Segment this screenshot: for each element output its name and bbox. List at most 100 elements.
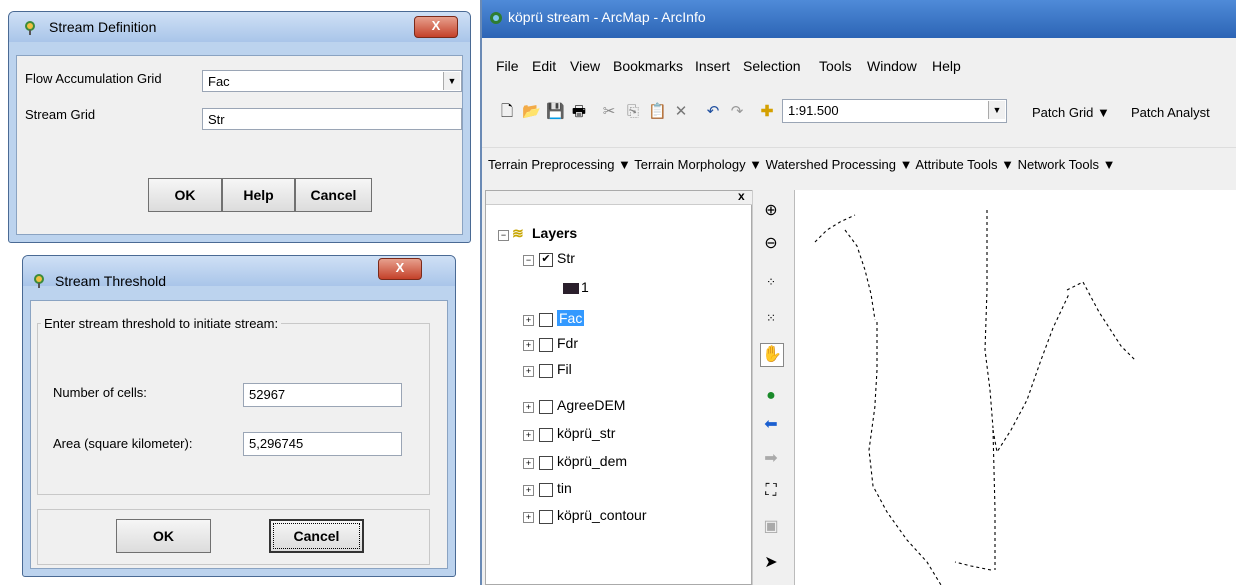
str-legend-swatch — [563, 283, 579, 294]
add-data-icon[interactable]: ✚ — [758, 103, 776, 121]
scale-value: 1:91.500 — [788, 103, 839, 118]
stream-threshold-titlebar[interactable]: Stream Threshold X — [23, 256, 455, 289]
layer-tin[interactable]: + tin — [523, 480, 723, 498]
threshold-group-label: Enter stream threshold to initiate strea… — [41, 316, 282, 331]
menu-view[interactable]: View — [570, 58, 600, 74]
ok-button[interactable]: OK — [148, 178, 222, 212]
help-button[interactable]: Help — [222, 178, 295, 212]
arcmap-titlebar[interactable]: köprü stream - ArcMap - ArcInfo — [482, 0, 1236, 38]
menu-bookmarks[interactable]: Bookmarks — [613, 58, 683, 74]
copy-icon[interactable]: ⎘ — [624, 103, 642, 121]
area-input[interactable]: 5,296745 — [243, 432, 402, 456]
patch-grid-menu[interactable]: Patch Grid ▼ — [1032, 105, 1110, 120]
open-folder-icon[interactable]: 📂 — [522, 103, 541, 121]
expand-icon[interactable]: + — [523, 340, 534, 351]
undo-icon[interactable]: ↶ — [704, 103, 722, 121]
menu-selection[interactable]: Selection — [743, 58, 801, 74]
layer-visibility-checkbox[interactable] — [539, 456, 553, 470]
layer-name: köprü_contour — [557, 507, 647, 523]
stream-definition-titlebar[interactable]: Stream Definition X — [9, 12, 470, 42]
layer-name: AgreeDEM — [557, 397, 626, 413]
redo-icon[interactable]: ↷ — [728, 103, 746, 121]
layers-icon: ≋ — [512, 225, 524, 241]
scale-combobox[interactable]: 1:91.500 ▼ — [782, 99, 1007, 123]
expand-icon[interactable]: + — [523, 366, 534, 377]
layers-root[interactable]: − ≋ Layers — [498, 225, 698, 243]
select-elements-arrow-icon[interactable]: ➤ — [760, 552, 782, 574]
layer-kopru-str[interactable]: + köprü_str — [523, 425, 723, 443]
cancel-button[interactable]: Cancel — [269, 519, 364, 553]
layer-agreedem[interactable]: + AgreeDEM — [523, 397, 723, 415]
cancel-button[interactable]: Cancel — [295, 178, 372, 212]
chevron-down-icon[interactable]: ▼ — [443, 72, 460, 90]
layer-fac[interactable]: + Fac — [523, 310, 723, 328]
save-icon[interactable]: 💾 — [546, 103, 565, 121]
close-button[interactable]: X — [414, 16, 458, 38]
map-view[interactable] — [794, 190, 1236, 585]
fixed-zoom-out-icon[interactable]: ⁙ — [760, 307, 782, 329]
zoom-out-icon[interactable]: ⊖ — [760, 233, 782, 255]
ok-button[interactable]: OK — [116, 519, 211, 553]
stream-segment — [992, 293, 1070, 454]
back-arrow-icon[interactable]: ⬅ — [760, 414, 782, 436]
expand-icon[interactable]: + — [523, 485, 534, 496]
collapse-icon[interactable]: − — [523, 255, 534, 266]
button-panel — [37, 509, 430, 565]
menu-edit[interactable]: Edit — [532, 58, 556, 74]
stream-segment — [992, 429, 996, 570]
chevron-down-icon[interactable]: ▼ — [988, 101, 1005, 119]
layer-kopru-contour[interactable]: + köprü_contour — [523, 507, 723, 525]
arcgis-app-icon — [34, 274, 44, 288]
new-document-icon[interactable]: 🗋 — [498, 103, 516, 121]
patch-analyst-menu[interactable]: Patch Analyst — [1131, 105, 1210, 120]
zoom-in-icon[interactable]: ⊕ — [760, 200, 782, 222]
pan-hand-icon[interactable]: ✋ — [760, 343, 784, 367]
stream-network — [814, 210, 1136, 585]
layer-visibility-checkbox[interactable] — [539, 483, 553, 497]
layer-fil[interactable]: + Fil — [523, 361, 723, 379]
layer-kopru-dem[interactable]: + köprü_dem — [523, 453, 723, 471]
number-of-cells-label: Number of cells: — [53, 385, 147, 400]
number-of-cells-input[interactable]: 52967 — [243, 383, 402, 407]
flow-accumulation-dropdown[interactable]: Fac ▼ — [202, 70, 462, 92]
print-icon[interactable]: 🖶 — [570, 103, 588, 121]
arcmap-title: köprü stream - ArcMap - ArcInfo — [508, 9, 706, 25]
expand-icon[interactable]: + — [523, 430, 534, 441]
select-features-icon[interactable]: ⛶ — [760, 480, 782, 502]
layer-visibility-checkbox[interactable] — [539, 400, 553, 414]
expand-icon[interactable]: + — [523, 458, 534, 469]
stream-segment — [868, 405, 942, 585]
menu-tools[interactable]: Tools — [819, 58, 852, 74]
full-extent-globe-icon[interactable]: ● — [760, 385, 782, 407]
stream-segment — [1066, 281, 1136, 361]
layer-name: köprü_dem — [557, 453, 628, 469]
arcgis-app-icon — [25, 21, 35, 35]
menu-help[interactable]: Help — [932, 58, 961, 74]
toc-close-button[interactable]: x — [738, 189, 745, 203]
paste-icon[interactable]: 📋 — [648, 103, 667, 121]
cut-icon[interactable]: ✂ — [600, 103, 618, 121]
menu-window[interactable]: Window — [867, 58, 917, 74]
layer-visibility-checkbox[interactable] — [539, 313, 553, 327]
expand-icon[interactable]: + — [523, 402, 534, 413]
layer-fdr[interactable]: + Fdr — [523, 335, 723, 353]
layer-visibility-checkbox[interactable] — [539, 338, 553, 352]
close-button[interactable]: X — [378, 258, 422, 280]
layer-str[interactable]: − ✔ Str — [523, 250, 723, 268]
menu-insert[interactable]: Insert — [695, 58, 730, 74]
layer-visibility-checkbox[interactable]: ✔ — [539, 253, 553, 267]
menu-bar: File Edit View Bookmarks Insert Selectio… — [482, 48, 1236, 82]
expand-icon[interactable]: + — [523, 315, 534, 326]
layer-visibility-checkbox[interactable] — [539, 510, 553, 524]
fixed-zoom-in-icon[interactable]: ⁘ — [760, 271, 782, 293]
collapse-icon[interactable]: − — [498, 230, 509, 241]
layer-visibility-checkbox[interactable] — [539, 428, 553, 442]
layer-visibility-checkbox[interactable] — [539, 364, 553, 378]
clear-selection-icon[interactable]: ▣ — [760, 516, 782, 538]
menu-file[interactable]: File — [496, 58, 519, 74]
expand-icon[interactable]: + — [523, 512, 534, 523]
arc-hydro-menus[interactable]: Terrain Preprocessing ▼ Terrain Morpholo… — [488, 157, 1115, 172]
delete-icon[interactable]: ✕ — [672, 103, 690, 121]
forward-arrow-icon[interactable]: ➡ — [760, 448, 782, 470]
stream-grid-input[interactable]: Str — [202, 108, 462, 130]
